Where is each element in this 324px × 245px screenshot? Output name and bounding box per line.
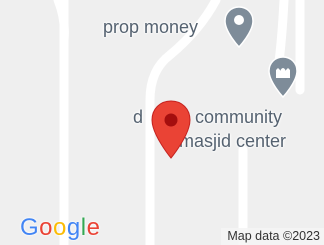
location-pin-icon[interactable] xyxy=(224,6,254,53)
red-location-pin-icon[interactable] xyxy=(150,100,192,165)
map-view[interactable]: prop money dn community masjid center Go… xyxy=(0,0,324,245)
poi-label-masjid-line2[interactable]: masjid center xyxy=(179,130,286,152)
map-attribution[interactable]: Map data ©2023 xyxy=(221,228,324,245)
poi-label-prop-money[interactable]: prop money xyxy=(103,16,198,38)
mosque-pin-icon[interactable] xyxy=(268,56,298,103)
google-logo[interactable]: Google xyxy=(20,214,100,242)
road-curve-left xyxy=(53,0,69,45)
